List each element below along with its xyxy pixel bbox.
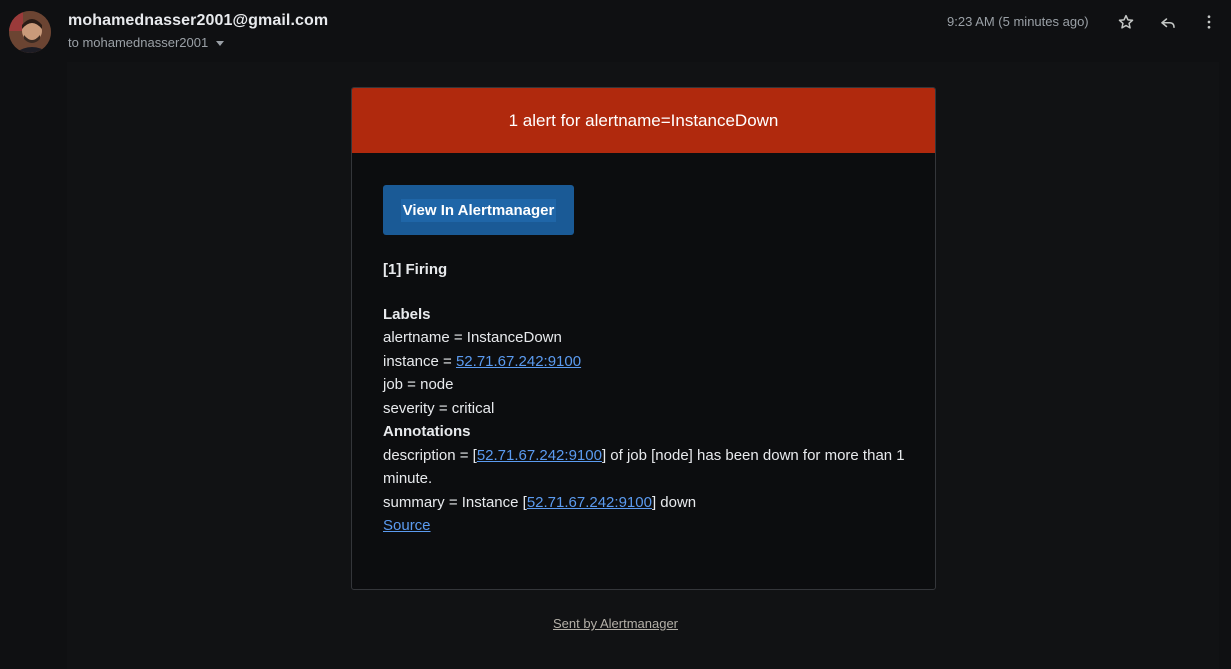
annotations-heading: Annotations [383, 423, 471, 440]
footer: Sent by Alertmanager [0, 616, 1231, 631]
view-in-alertmanager-button[interactable]: View In Alertmanager [383, 185, 574, 235]
sender-avatar[interactable] [9, 11, 51, 53]
left-gutter [0, 62, 67, 669]
label-instance: instance = 52.71.67.242:9100 [383, 350, 913, 374]
description-instance-link[interactable]: 52.71.67.242:9100 [477, 447, 602, 464]
alert-title: 1 alert for alertname=InstanceDown [508, 110, 779, 130]
recipient-line[interactable]: to mohamednasser2001 [68, 35, 225, 50]
annotation-summary: summary = Instance [52.71.67.242:9100] d… [383, 491, 913, 515]
summary-instance-link[interactable]: 52.71.67.242:9100 [527, 494, 652, 511]
sender-email: mohamednasser2001@gmail.com [68, 12, 329, 29]
summary-suffix: ] down [651, 493, 697, 511]
label-severity: severity = critical [383, 399, 495, 417]
description-prefix: description = [ [383, 446, 477, 464]
star-icon[interactable] [1116, 12, 1136, 32]
alert-card-header: 1 alert for alertname=InstanceDown [352, 88, 935, 153]
avatar-photo [9, 11, 51, 53]
instance-link[interactable]: 52.71.67.242:9100 [456, 353, 581, 370]
annotation-description: description = [52.71.67.242:9100] of job… [383, 444, 913, 491]
reply-icon[interactable] [1158, 12, 1178, 32]
sent-by-alertmanager-link[interactable]: Sent by Alertmanager [553, 616, 678, 631]
summary-prefix: summary = Instance [ [383, 493, 527, 511]
view-button-label: View In Alertmanager [400, 198, 557, 222]
source-link[interactable]: Source [383, 517, 431, 534]
chevron-down-icon[interactable] [216, 40, 225, 46]
alert-card: 1 alert for alertname=InstanceDown View … [351, 87, 936, 590]
instance-prefix: instance = [383, 352, 456, 370]
more-vert-icon[interactable] [1199, 12, 1219, 32]
alert-details: [1] Firing Labels alertname = InstanceDo… [383, 258, 913, 538]
label-job: job = node [383, 376, 454, 393]
email-header: mohamednasser2001@gmail.com to mohamedna… [0, 0, 1231, 62]
label-alertname: alertname = InstanceDown [383, 329, 562, 346]
recipient-label: to mohamednasser2001 [68, 35, 209, 50]
firing-count: [1] Firing [383, 261, 448, 278]
email-timestamp: 9:23 AM (5 minutes ago) [947, 14, 1089, 29]
labels-heading: Labels [383, 305, 431, 323]
